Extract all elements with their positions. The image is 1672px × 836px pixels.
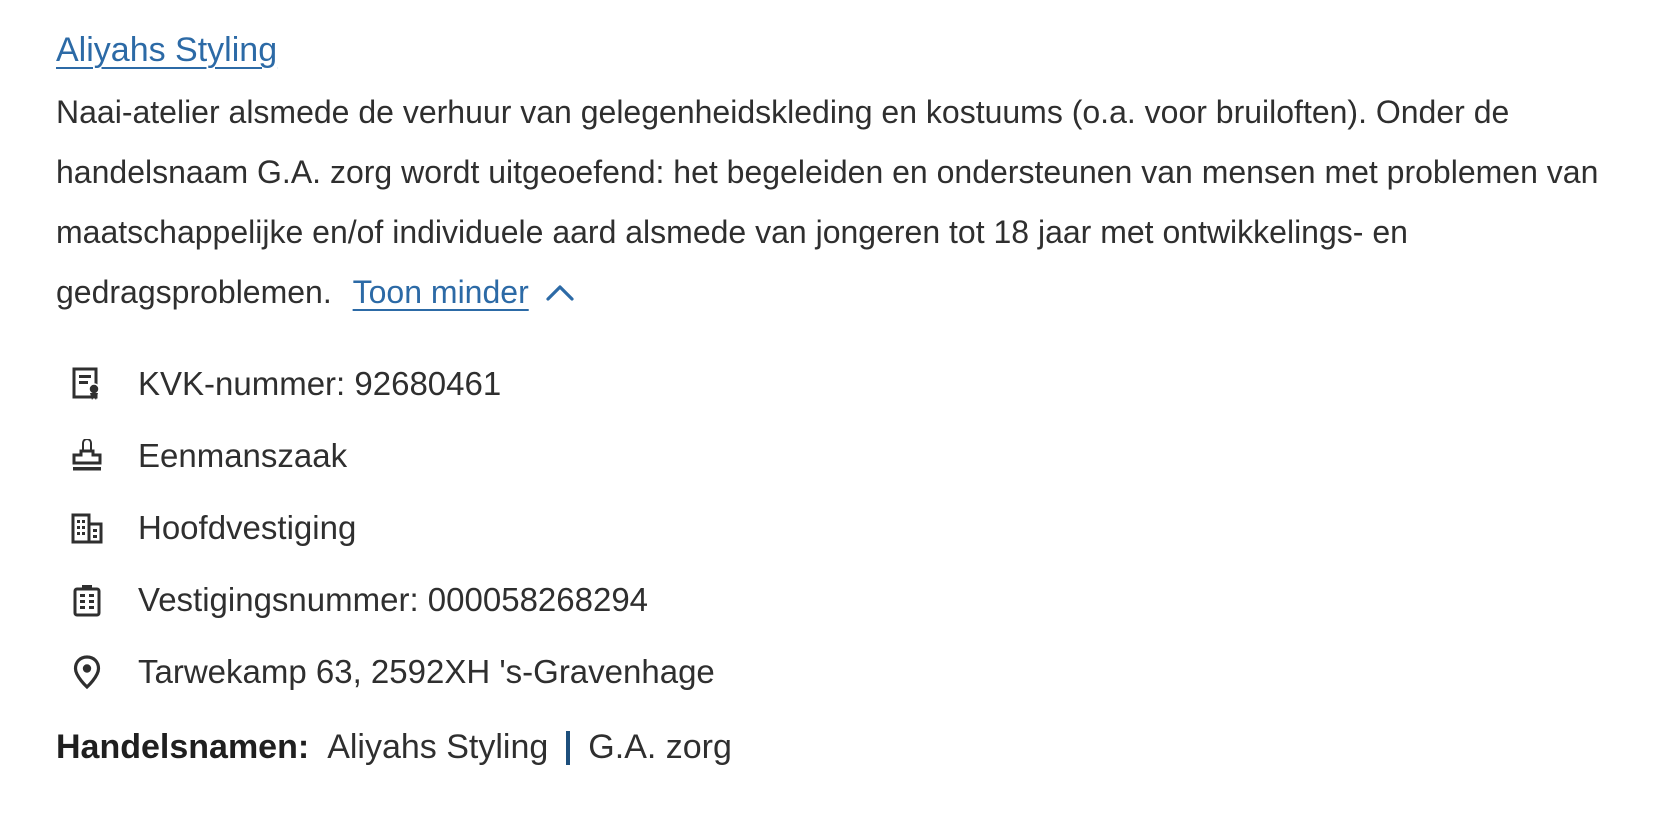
company-facts-list: KVK-nummer: 92680461 Eenmanszaak Hoofdve… [56, 348, 1672, 708]
stamp-icon [70, 438, 104, 474]
fact-text: Tarwekamp 63, 2592XH 's-Gravenhage [138, 653, 715, 690]
company-result-card: Aliyahs Styling Naai-atelier alsmede de … [0, 0, 1672, 767]
fact-text: Vestigingsnummer: 000058268294 [138, 581, 649, 618]
description-text: Naai-atelier alsmede de verhuur van gele… [56, 94, 1599, 310]
fact-branch-type: Hoofdvestiging [70, 492, 1672, 564]
fact-text: KVK-nummer: 92680461 [138, 365, 502, 402]
fact-text: Eenmanszaak [138, 437, 348, 474]
show-less-toggle[interactable]: Toon minder [353, 262, 577, 322]
chevron-up-icon[interactable] [543, 275, 577, 309]
fact-kvk-number: KVK-nummer: 92680461 [70, 348, 1672, 420]
building-icon [70, 510, 104, 546]
tradename: G.A. zorg [588, 728, 732, 766]
fact-text: Hoofdvestiging [138, 509, 357, 546]
certificate-icon [70, 366, 104, 402]
show-less-label[interactable]: Toon minder [353, 262, 529, 322]
tradenames-label: Handelsnamen: [56, 728, 310, 766]
tradenames-row: Handelsnamen: Aliyahs Styling G.A. zorg [56, 728, 1672, 767]
office-building-icon [70, 582, 104, 618]
tradename: Aliyahs Styling [327, 728, 549, 766]
fact-address: Tarwekamp 63, 2592XH 's-Gravenhage [70, 636, 1672, 708]
fact-branch-number: Vestigingsnummer: 000058268294 [70, 564, 1672, 636]
location-pin-icon [70, 654, 104, 690]
company-name-link[interactable]: Aliyahs Styling [56, 24, 277, 76]
company-description: Naai-atelier alsmede de verhuur van gele… [56, 82, 1666, 322]
fact-legal-form: Eenmanszaak [70, 420, 1672, 492]
tradename-separator [566, 730, 571, 765]
